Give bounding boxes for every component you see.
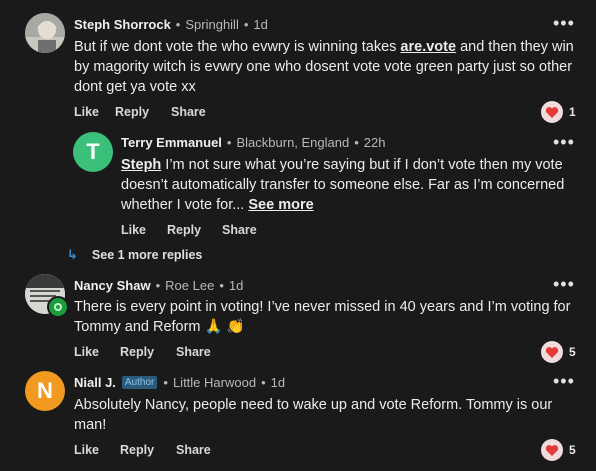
more-options-icon[interactable]: ••• bbox=[553, 275, 575, 293]
separator-dot: • bbox=[155, 278, 161, 293]
more-options-icon[interactable]: ••• bbox=[553, 133, 575, 151]
like-button[interactable]: Like bbox=[74, 105, 115, 119]
comment-text: But if we dont vote the who evwry is win… bbox=[74, 37, 574, 97]
location: Springhill bbox=[185, 17, 239, 32]
see-more-replies-label: See 1 more replies bbox=[91, 248, 203, 262]
share-button[interactable]: Share bbox=[222, 223, 257, 237]
comment-header: Niall J. Author • Little Harwood • 1d bbox=[74, 375, 285, 390]
reaction-count: 1 bbox=[569, 105, 576, 119]
reply-button[interactable]: Reply bbox=[115, 105, 171, 119]
reply-arrow-icon: ↳ bbox=[67, 247, 78, 262]
timestamp: 1d bbox=[270, 375, 286, 390]
location: Blackburn, England bbox=[236, 135, 350, 150]
see-more-link[interactable]: See more bbox=[248, 197, 313, 213]
avatar-initial: N bbox=[37, 378, 53, 403]
comment-nancy: Nancy Shaw • Roe Lee • 1d ••• There is e… bbox=[0, 268, 596, 366]
share-button[interactable]: Share bbox=[176, 345, 211, 359]
avatar[interactable] bbox=[25, 13, 65, 53]
author-name[interactable]: Niall J. bbox=[74, 375, 116, 390]
heart-icon bbox=[541, 439, 563, 461]
reply-terry: T Terry Emmanuel • Blackburn, England • … bbox=[0, 130, 596, 240]
like-button[interactable]: Like bbox=[74, 345, 120, 359]
timestamp: 22h bbox=[363, 135, 386, 150]
reaction-summary[interactable]: 5 bbox=[541, 341, 576, 363]
comment-header: Nancy Shaw • Roe Lee • 1d bbox=[74, 278, 243, 293]
badge-icon bbox=[47, 296, 69, 318]
avatar[interactable] bbox=[25, 274, 69, 318]
separator-dot: • bbox=[243, 17, 249, 32]
comment-text-part: I’m not sure what you’re saying but if I… bbox=[121, 157, 565, 213]
comment-text: There is every point in voting! I’ve nev… bbox=[74, 299, 571, 335]
author-name[interactable]: Terry Emmanuel bbox=[121, 135, 222, 150]
like-button[interactable]: Like bbox=[121, 223, 167, 237]
heart-icon bbox=[541, 101, 563, 123]
comment-steph: Steph Shorrock • Springhill • 1d ••• But… bbox=[0, 0, 596, 130]
avatar[interactable]: T bbox=[73, 132, 113, 172]
reply-button[interactable]: Reply bbox=[120, 443, 176, 457]
more-options-icon[interactable]: ••• bbox=[553, 372, 575, 390]
comment-actions: Like Reply Share bbox=[74, 345, 211, 359]
timestamp: 1d bbox=[228, 278, 244, 293]
author-name[interactable]: Nancy Shaw bbox=[74, 278, 151, 293]
comment-link[interactable]: are.vote bbox=[400, 39, 456, 55]
reply-button[interactable]: Reply bbox=[120, 345, 176, 359]
comment-text-part: But if we dont vote the who evwry is win… bbox=[74, 39, 401, 55]
location: Little Harwood bbox=[172, 375, 257, 390]
separator-dot: • bbox=[163, 375, 168, 390]
share-button[interactable]: Share bbox=[176, 443, 211, 457]
separator-dot: • bbox=[261, 375, 266, 390]
comment-header: Terry Emmanuel • Blackburn, England • 22… bbox=[121, 135, 386, 150]
comment-actions: Like Reply Share bbox=[121, 223, 257, 237]
separator-dot: • bbox=[354, 135, 359, 150]
separator-dot: • bbox=[219, 278, 224, 293]
comment-text: Steph I’m not sure what you’re saying bu… bbox=[121, 155, 571, 215]
comment-actions: Like Reply Share bbox=[74, 443, 211, 457]
avatar-initial: T bbox=[86, 139, 100, 164]
reaction-summary[interactable]: 1 bbox=[541, 101, 576, 123]
mention-link[interactable]: Steph bbox=[121, 157, 161, 173]
comment-niall: N Niall J. Author • Little Harwood • 1d … bbox=[0, 366, 596, 471]
share-button[interactable]: Share bbox=[171, 105, 206, 119]
author-badge: Author bbox=[121, 376, 158, 389]
comment-text: Absolutely Nancy, people need to wake up… bbox=[74, 397, 553, 433]
heart-icon bbox=[541, 341, 563, 363]
author-name[interactable]: Steph Shorrock bbox=[74, 17, 171, 32]
separator-dot: • bbox=[226, 135, 232, 150]
timestamp: 1d bbox=[253, 17, 268, 32]
reaction-count: 5 bbox=[569, 443, 576, 457]
comment-header: Steph Shorrock • Springhill • 1d bbox=[74, 17, 268, 32]
profile-photo-icon bbox=[25, 13, 65, 53]
comment-actions: Like Reply Share bbox=[74, 105, 206, 119]
reaction-summary[interactable]: 5 bbox=[541, 439, 576, 461]
more-options-icon[interactable]: ••• bbox=[553, 14, 575, 32]
avatar[interactable]: N bbox=[25, 371, 65, 411]
see-more-replies-button[interactable]: ↳ See 1 more replies bbox=[67, 247, 202, 263]
separator-dot: • bbox=[175, 17, 181, 32]
reaction-count: 5 bbox=[569, 345, 576, 359]
like-button[interactable]: Like bbox=[74, 443, 120, 457]
location: Roe Lee bbox=[165, 278, 215, 293]
reply-button[interactable]: Reply bbox=[167, 223, 222, 237]
